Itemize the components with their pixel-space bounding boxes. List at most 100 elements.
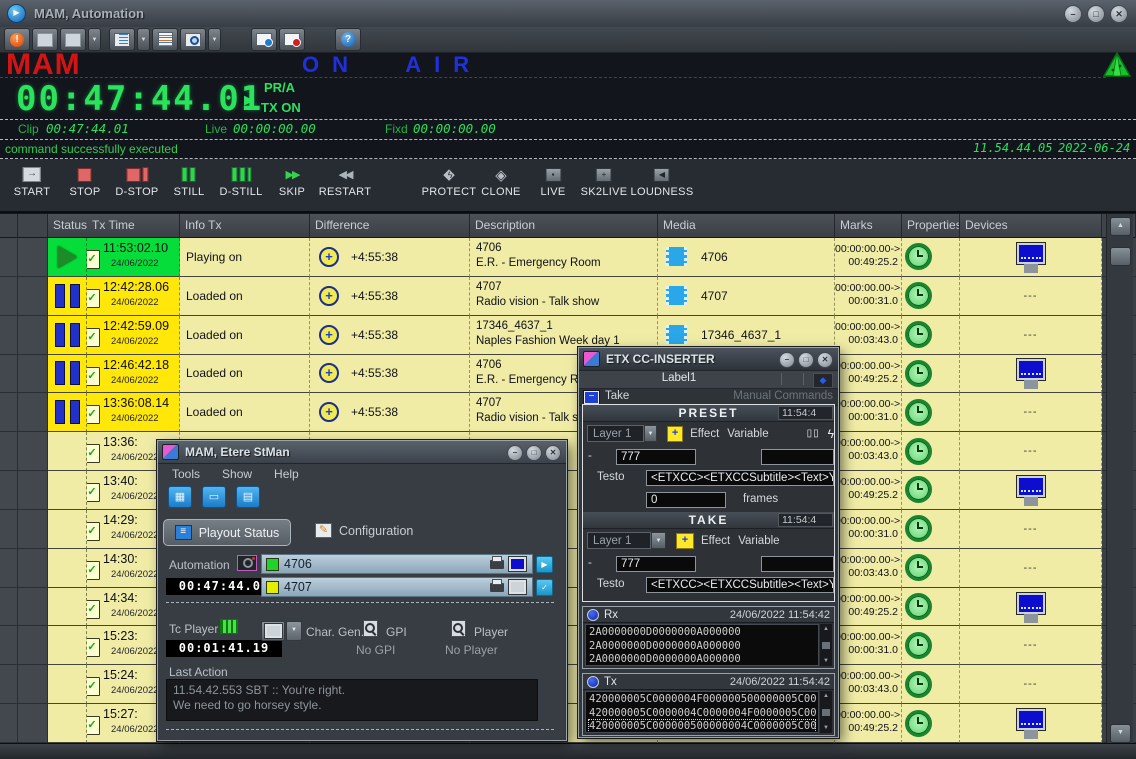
io-scroll-up[interactable] — [823, 693, 829, 699]
column-header[interactable]: Status — [48, 214, 87, 238]
minimize-button[interactable] — [1064, 5, 1082, 23]
transport-live-button[interactable]: ▪LIVE — [540, 166, 565, 198]
table-row[interactable]: 12:46:42.1824/06/2022Loaded on+4:55:3847… — [0, 355, 1136, 394]
testo-input[interactable]: <ETXCC><ETXCCSubtitle><Text>You — [646, 470, 834, 486]
secondary-input[interactable] — [761, 449, 834, 465]
etx-minimize-button[interactable] — [779, 352, 795, 368]
channel-row[interactable]: 4706 — [261, 554, 533, 574]
column-header[interactable]: Marks — [835, 214, 902, 238]
hold-icon[interactable] — [807, 428, 820, 439]
scroll-up-button[interactable] — [1110, 217, 1131, 236]
frames-input[interactable]: 0 — [646, 492, 726, 508]
transport-sk2live-button[interactable]: +SK2LIVE — [581, 166, 628, 198]
menu-help[interactable]: Help — [274, 467, 299, 481]
transport-loudness-button[interactable]: ◀LOUDNESS — [631, 166, 694, 198]
automation-camera-icon[interactable] — [237, 555, 257, 571]
etx-titlebar[interactable]: ETX CC-INSERTER — [579, 348, 838, 371]
close-button[interactable] — [1110, 5, 1128, 23]
row-handle[interactable] — [18, 393, 48, 432]
transport-start-button[interactable]: START — [14, 166, 51, 198]
secondary-input[interactable] — [761, 556, 834, 572]
transport-d-stop-button[interactable]: D-STOP — [115, 166, 158, 198]
row-handle[interactable] — [18, 588, 48, 627]
table-row[interactable]: 11:53:02.1024/06/2022Playing on+4:55:384… — [0, 238, 1136, 277]
player-search-icon[interactable] — [451, 620, 466, 637]
tab-label1[interactable]: Label1 — [579, 372, 779, 384]
scrollbar-thumb[interactable] — [1110, 247, 1131, 266]
panel-button-2-dropdown[interactable] — [88, 28, 101, 51]
transport-d-still-button[interactable]: D-STILL — [219, 166, 262, 198]
transport-clone-button[interactable]: CLONE — [481, 166, 520, 198]
help-button[interactable] — [335, 28, 361, 51]
record-blue-button[interactable] — [251, 28, 277, 51]
io-log[interactable]: 420000005C0000004F000000500000005C004200… — [585, 691, 819, 733]
testo-input[interactable]: <ETXCC><ETXCCSubtitle><Text>You — [646, 577, 834, 593]
etx-maximize-button[interactable] — [798, 352, 814, 368]
stman-maximize-button[interactable] — [526, 445, 542, 461]
stman-minimize-button[interactable] — [507, 445, 523, 461]
char-gen-button[interactable] — [261, 621, 285, 641]
layer-select[interactable]: Layer 1 — [587, 532, 651, 549]
scrollbar-track[interactable] — [1106, 214, 1133, 743]
io-scroll-up[interactable] — [823, 626, 829, 632]
row-handle[interactable] — [18, 549, 48, 588]
channel-check-button[interactable] — [536, 579, 553, 596]
table-row[interactable]: 13:36:08.1424/06/2022Loaded on+4:55:3847… — [0, 393, 1136, 432]
window-titlebar[interactable]: MAM, Automation — [0, 0, 1136, 28]
row-handle[interactable] — [18, 277, 48, 316]
transport-still-button[interactable]: STILL — [174, 166, 205, 198]
io-scrollbar[interactable] — [820, 691, 832, 733]
row-handle[interactable] — [18, 665, 48, 704]
column-header[interactable]: Info Tx — [180, 214, 310, 238]
open-folder-button[interactable] — [202, 486, 226, 508]
value-input[interactable]: 777 — [616, 556, 696, 572]
save-report-button[interactable] — [236, 486, 260, 508]
row-handle[interactable] — [18, 704, 48, 743]
row-handle[interactable] — [18, 355, 48, 394]
column-header[interactable]: Tx Time — [87, 214, 180, 238]
io-scroll-down[interactable] — [823, 658, 829, 664]
column-header[interactable]: Devices — [960, 214, 1102, 238]
collapse-icon[interactable] — [584, 391, 599, 404]
io-scroll-down[interactable] — [823, 725, 829, 731]
column-header[interactable]: Properties — [902, 214, 960, 238]
transport-stop-button[interactable]: STOP — [70, 166, 101, 198]
form-button-dropdown[interactable] — [137, 28, 150, 51]
transport-restart-button[interactable]: RESTART — [319, 166, 371, 198]
stman-titlebar[interactable]: MAM, Etere StMan — [158, 441, 566, 464]
io-log[interactable]: 2A0000000D0000000A0000002A0000000D000000… — [585, 624, 819, 666]
io-scrollbar[interactable] — [820, 624, 832, 666]
channel-row[interactable]: 4707 — [261, 577, 533, 597]
search-window-button-dropdown[interactable] — [208, 28, 221, 51]
row-handle[interactable] — [18, 432, 48, 471]
stman-app-icon-button[interactable] — [168, 486, 192, 508]
row-handle[interactable] — [18, 471, 48, 510]
table-row[interactable]: 12:42:59.0924/06/2022Loaded on+4:55:3817… — [0, 316, 1136, 355]
menu-show[interactable]: Show — [222, 467, 252, 481]
layer-select-arrow[interactable] — [644, 425, 657, 442]
layer-select[interactable]: Layer 1 — [587, 425, 644, 442]
maximize-button[interactable] — [1087, 5, 1105, 23]
io-scroll-thumb[interactable] — [822, 709, 830, 716]
transport-skip-button[interactable]: SKIP — [279, 166, 305, 198]
lightning-icon[interactable] — [828, 427, 834, 441]
value-input[interactable]: 777 — [616, 449, 696, 465]
table-row[interactable]: 12:42:28.0624/06/2022Loaded on+4:55:3847… — [0, 277, 1136, 316]
channel-play-button[interactable] — [536, 556, 553, 573]
search-window-button[interactable] — [180, 28, 206, 51]
diamond-nav-button[interactable] — [813, 373, 833, 388]
row-handle[interactable] — [18, 510, 48, 549]
char-gen-dropdown[interactable] — [286, 621, 302, 641]
tab-configuration[interactable]: Configuration — [315, 523, 413, 538]
column-header[interactable]: Difference — [310, 214, 470, 238]
manual-commands-label[interactable]: Manual Commands — [733, 390, 833, 402]
row-handle[interactable] — [18, 316, 48, 355]
io-scroll-thumb[interactable] — [822, 642, 830, 649]
row-handle[interactable] — [18, 626, 48, 665]
stman-close-button[interactable] — [545, 445, 561, 461]
menu-tools[interactable]: Tools — [172, 467, 200, 481]
etx-close-button[interactable] — [817, 352, 833, 368]
gpi-search-icon[interactable] — [363, 620, 378, 637]
layer-select-arrow[interactable] — [651, 532, 666, 549]
scroll-down-button[interactable] — [1110, 724, 1131, 743]
